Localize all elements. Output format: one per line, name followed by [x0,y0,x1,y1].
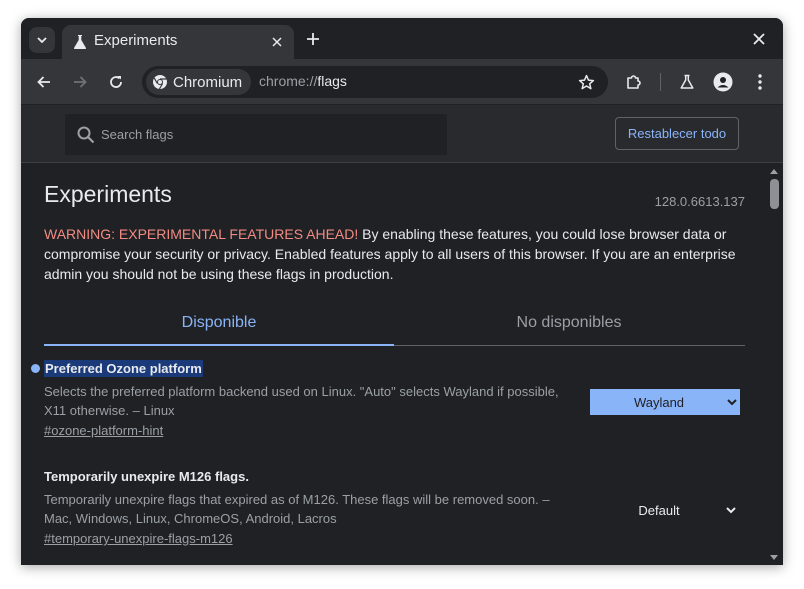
scroll-up-arrow-icon[interactable] [770,169,778,174]
flag-description: Selects the preferred platform backend u… [44,384,559,418]
flags-header: Restablecer todo [21,105,783,163]
window-close-button[interactable] [749,29,769,49]
arrow-left-icon [37,76,50,88]
flags-page: Restablecer todo Experiments 128.0.6613.… [21,105,783,565]
search-icon [77,126,95,144]
site-chip-label: Chromium [173,73,243,91]
avatar-icon [713,72,733,92]
profile-button[interactable] [711,70,735,94]
flag-item-ozone-platform: Preferred Ozone platform Selects the pre… [31,360,745,440]
labs-button[interactable] [675,70,699,94]
flags-content: Experiments 128.0.6613.137 WARNING: EXPE… [21,164,766,565]
tab-strip: Experiments [21,18,783,59]
flag-select-ozone-platform[interactable]: Wayland [590,389,740,415]
address-bar[interactable]: Chromium chrome://flags [142,66,608,98]
scrollbar[interactable] [766,164,783,565]
modified-dot-icon [31,364,40,373]
star-icon [578,74,594,89]
flags-tabs: Disponible No disponibles [44,304,745,346]
more-vertical-icon [758,74,762,90]
back-button[interactable] [32,70,56,94]
extensions-button[interactable] [622,70,646,94]
flag-name: Preferred Ozone platform [44,360,203,377]
flask-icon [680,74,694,89]
url-text: chrome://flags [259,73,347,89]
scroll-down-arrow-icon[interactable] [770,555,778,560]
flag-description: Temporarily unexpire flags that expired … [44,492,550,526]
reset-all-button[interactable]: Restablecer todo [615,117,739,150]
tab-available[interactable]: Disponible [44,304,394,346]
toolbar-separator [660,73,661,91]
close-icon [753,33,765,45]
warning-message: WARNING: EXPERIMENTAL FEATURES AHEAD! By… [44,224,744,284]
tab-close-button[interactable] [268,33,286,51]
tab-search-button[interactable] [29,27,55,53]
flag-permalink[interactable]: #temporary-unexpire-flags-m126 [44,531,233,546]
browser-window: Experiments Chromium chrome://flags Sear… [21,18,783,565]
plus-icon [307,33,319,45]
site-info-chip[interactable]: Chromium [146,69,252,95]
flask-icon [73,35,87,49]
search-box[interactable] [65,114,447,155]
search-input[interactable] [101,114,441,155]
menu-button[interactable] [748,70,772,94]
flag-item-unexpire-m126: Temporarily unexpire M126 flags. Tempora… [44,468,745,548]
chromium-logo-icon [153,75,167,90]
new-tab-button[interactable] [303,29,323,49]
reload-icon [110,76,122,88]
flag-select-unexpire-m126[interactable]: Default [590,497,740,523]
toolbar: Chromium chrome://flags [21,59,783,105]
url-scheme: chrome:// [259,73,318,89]
puzzle-icon [627,75,641,89]
version-label: 128.0.6613.137 [654,194,745,209]
arrow-right-icon [74,76,87,88]
warning-label: WARNING: EXPERIMENTAL FEATURES AHEAD! [44,226,359,242]
forward-button[interactable] [68,70,92,94]
url-host: flags [317,73,347,89]
flag-name: Temporarily unexpire M126 flags. [44,469,249,484]
chevron-down-icon [37,37,47,44]
reload-button[interactable] [104,70,128,94]
tab-title: Experiments [94,32,178,49]
page-title: Experiments [44,181,172,207]
close-icon [272,37,282,47]
tab-experiments[interactable]: Experiments [62,25,294,59]
scrollbar-thumb[interactable] [770,179,779,209]
flag-permalink[interactable]: #ozone-platform-hint [44,423,163,438]
tab-unavailable[interactable]: No disponibles [394,304,744,345]
bookmark-button[interactable] [576,72,596,92]
